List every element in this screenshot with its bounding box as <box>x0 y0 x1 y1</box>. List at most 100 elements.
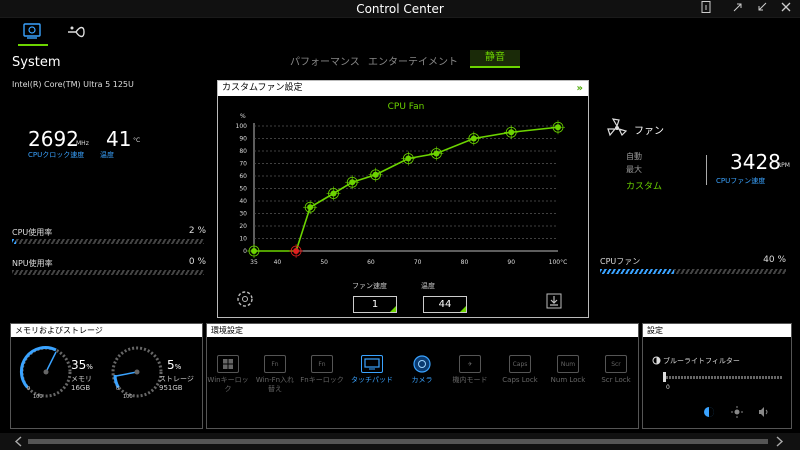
x-tick-label: 60 <box>367 259 375 266</box>
y-tick-label: 0 <box>243 248 247 255</box>
cpu-usage-fill <box>12 239 16 244</box>
fan-rpm-unit: RPM <box>777 162 790 169</box>
cpu-clock-unit: MHz <box>76 140 89 147</box>
env-item-camera[interactable]: カメラ <box>400 355 444 385</box>
env-item-scroll-lock[interactable]: Scr Scr Lock <box>594 355 638 385</box>
curve-point[interactable] <box>251 248 257 254</box>
curve-point[interactable] <box>508 129 515 136</box>
y-tick-label: 90 <box>239 136 247 143</box>
env-item-label: Scr Lock <box>601 376 631 384</box>
npu-usage-value: 0 % <box>188 257 206 267</box>
x-tick-label: 50 <box>320 259 328 266</box>
theme-toggle-icon[interactable] <box>703 406 715 418</box>
env-item-fn-lock[interactable]: Fn Fnキーロック <box>300 355 344 385</box>
scroll-right-icon[interactable] <box>776 436 784 447</box>
close-icon[interactable] <box>776 1 796 17</box>
reset-icon[interactable] <box>235 289 255 309</box>
fan-rpm-label: CPUファン速度 <box>716 177 766 185</box>
curve-point[interactable] <box>307 204 314 211</box>
storage-percent: 5% <box>167 358 182 372</box>
memory-percent: 35% <box>71 358 93 372</box>
y-tick-label: 10 <box>239 236 247 243</box>
env-item-num-lock[interactable]: Num Num Lock <box>546 355 590 385</box>
fan-divider <box>706 155 707 185</box>
curve-point[interactable] <box>405 155 412 162</box>
info-icon[interactable] <box>696 1 716 17</box>
env-item-touchpad[interactable]: タッチパッド <box>350 355 394 385</box>
key-text: Caps <box>512 360 528 368</box>
settings-header: 設定 <box>643 324 791 337</box>
curve-point[interactable] <box>372 171 379 178</box>
env-item-windows-key[interactable]: Winキーロック <box>206 355 250 394</box>
fan-option-max[interactable]: 最大 <box>626 164 642 175</box>
mode-performance[interactable]: パフォーマンス <box>290 53 360 68</box>
memory-gauge-min: 0 <box>27 386 31 392</box>
blue-light-label: ブルーライトフィルター <box>663 357 740 365</box>
x-tick-label: 100°C <box>549 259 568 266</box>
blue-light-value: 0 <box>666 384 670 391</box>
cpu-usage-bar <box>12 239 204 244</box>
fan-title: ファン <box>634 126 664 137</box>
fan-control-tab-icon[interactable] <box>62 18 92 46</box>
y-tick-label: 20 <box>239 223 247 230</box>
win-fn-swap-icon: Fn <box>264 355 286 373</box>
minimize-icon[interactable] <box>752 1 772 17</box>
env-item-label: 機内モード <box>452 376 488 384</box>
x-tick-label: 40 <box>274 259 282 266</box>
fan-speed-input[interactable]: 1 <box>353 296 397 313</box>
fan-option-custom[interactable]: カスタム <box>626 179 662 192</box>
fan-option-auto[interactable]: 自動 <box>626 151 642 162</box>
curve-point[interactable] <box>330 190 337 197</box>
curve-point[interactable] <box>349 179 356 186</box>
blue-light-slider-thumb[interactable] <box>663 372 666 382</box>
env-item-label: Fnキーロック <box>300 376 344 384</box>
env-item-caps-lock[interactable]: Caps Caps Lock <box>498 355 542 385</box>
volume-icon[interactable] <box>757 406 769 418</box>
temp-label: 温度 <box>421 282 435 290</box>
y-tick-label: 40 <box>239 198 247 205</box>
storage-gauge-min: 0 <box>116 386 120 392</box>
expand-arrows-icon[interactable]: » <box>577 81 583 96</box>
curve-point-selected[interactable] <box>293 248 300 254</box>
blue-light-slider[interactable] <box>663 376 783 379</box>
y-tick-label: 100 <box>236 123 248 130</box>
temp-input[interactable]: 44 <box>423 296 467 313</box>
y-tick-label: 60 <box>239 173 247 180</box>
mode-silent[interactable]: 静音 <box>470 50 520 68</box>
curve-point[interactable] <box>433 150 440 157</box>
env-item-win-fn-swap[interactable]: Fn Win-Fn入れ替え <box>253 355 297 394</box>
curve-point[interactable] <box>555 124 561 131</box>
env-item-airplane[interactable]: ✈ 機内モード <box>448 355 492 385</box>
y-tick-label: 70 <box>239 161 247 168</box>
env-item-label: Caps Lock <box>502 376 538 384</box>
custom-fan-header: カスタムファン設定 » <box>218 81 588 96</box>
fan-curve-line <box>254 126 559 252</box>
fn-lock-icon: Fn <box>311 355 333 373</box>
y-tick-label: 80 <box>239 148 247 155</box>
horizontal-scrollbar[interactable] <box>0 433 800 450</box>
blue-light-icon <box>652 356 661 365</box>
storage-label: ストレージ <box>159 375 194 383</box>
cpu-clock-label: CPUクロック速度 <box>28 151 85 159</box>
key-text: ✈ <box>467 360 473 368</box>
env-item-label: タッチパッド <box>351 376 393 384</box>
fan-curve-chart[interactable]: CPU Fan 0 10 20 30 40 50 60 70 80 90 100% 35 40 50 60 7… <box>218 96 588 276</box>
touchpad-icon <box>361 355 383 373</box>
storage-size: 951GB <box>159 384 183 392</box>
storage-percent-value: 5 <box>167 358 175 372</box>
download-icon[interactable] <box>546 293 562 309</box>
x-tick-label: 80 <box>461 259 469 266</box>
custom-fan-panel: カスタムファン設定 » CPU Fan 0 10 20 30 40 50 60 70 80 90 1… <box>217 80 589 318</box>
scroll-left-icon[interactable] <box>14 436 22 447</box>
restore-icon[interactable] <box>728 1 748 17</box>
scrollbar-track[interactable] <box>28 439 768 444</box>
curve-point[interactable] <box>470 135 477 142</box>
brightness-icon[interactable] <box>731 406 743 418</box>
chart-title: CPU Fan <box>388 102 425 112</box>
airplane-icon: ✈ <box>459 355 481 373</box>
system-tab-icon[interactable] <box>18 18 48 46</box>
cpu-usage-value: 2 % <box>188 226 206 236</box>
settings-section: 設定 ブルーライトフィルター 0 <box>642 323 792 429</box>
mode-entertainment[interactable]: エンターテイメント <box>368 53 458 68</box>
memory-storage-section: メモリおよびストレージ 0 100 35% メモリ 16GB 0 100 5% … <box>10 323 203 429</box>
